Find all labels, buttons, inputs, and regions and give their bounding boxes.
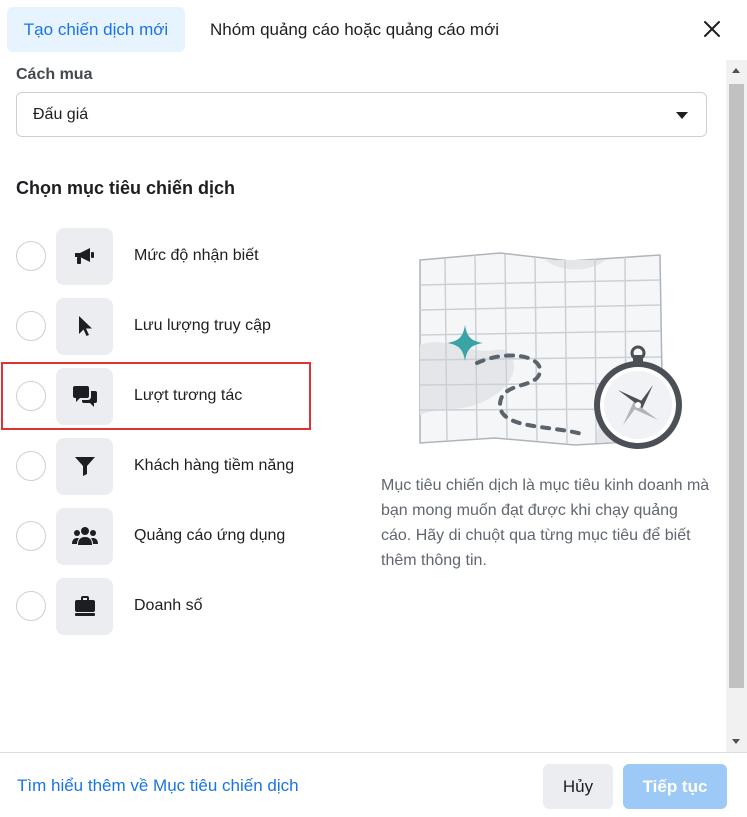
funnel-icon: [56, 437, 113, 495]
objective-awareness[interactable]: Mức độ nhận biết: [16, 227, 316, 285]
radio-button[interactable]: [16, 451, 46, 481]
buying-type-value: Đấu giá: [33, 105, 89, 123]
objective-label: Mức độ nhận biết: [134, 247, 259, 264]
objective-description: Mục tiêu chiến dịch là mục tiêu kinh doa…: [381, 477, 710, 569]
radio-button[interactable]: [16, 241, 46, 271]
scrollbar[interactable]: [726, 60, 747, 752]
dialog-content: Cách mua Đấu giá Chọn mục tiêu chiến dịc…: [0, 60, 726, 752]
scroll-down-arrow-icon[interactable]: [732, 739, 740, 744]
briefcase-icon: [56, 577, 113, 635]
scroll-thumb[interactable]: [729, 84, 744, 688]
objective-label: Doanh số: [134, 597, 203, 614]
continue-button[interactable]: Tiếp tục: [623, 764, 727, 809]
scroll-up-arrow-icon[interactable]: [732, 68, 740, 73]
selection-highlight: [1, 362, 311, 430]
objective-traffic[interactable]: Lưu lượng truy cập: [16, 297, 316, 355]
people-icon: [56, 507, 113, 565]
tab-new-adset-or-ad[interactable]: Nhóm quảng cáo hoặc quảng cáo mới: [210, 7, 499, 52]
objective-label: Quảng cáo ứng dụng: [134, 527, 286, 544]
megaphone-icon: [56, 227, 113, 285]
objective-sales[interactable]: Doanh số: [16, 577, 316, 635]
radio-button[interactable]: [16, 591, 46, 621]
buying-type-label: Cách mua: [16, 66, 93, 83]
objective-label: Lưu lượng truy cập: [134, 317, 271, 334]
radio-button[interactable]: [16, 521, 46, 551]
objective-app-promotion[interactable]: Quảng cáo ứng dụng: [16, 507, 316, 565]
map-compass-illustration: [405, 245, 690, 450]
dialog-header: Tạo chiến dịch mới Nhóm quảng cáo hoặc q…: [0, 0, 747, 60]
learn-more-link[interactable]: Tìm hiểu thêm về Mục tiêu chiến dịch: [17, 776, 299, 796]
tab-new-campaign[interactable]: Tạo chiến dịch mới: [7, 7, 185, 52]
radio-button[interactable]: [16, 311, 46, 341]
dialog-footer: Tìm hiểu thêm về Mục tiêu chiến dịch Hủy…: [0, 752, 747, 817]
objective-leads[interactable]: Khách hàng tiềm năng: [16, 437, 316, 495]
cursor-icon: [56, 297, 113, 355]
buying-type-select[interactable]: Đấu giá: [16, 92, 707, 137]
cancel-button[interactable]: Hủy: [543, 764, 613, 809]
close-icon[interactable]: [697, 14, 727, 44]
objective-label: Khách hàng tiềm năng: [134, 457, 295, 474]
caret-down-icon: [676, 112, 688, 119]
section-title: Chọn mục tiêu chiến dịch: [16, 178, 236, 198]
